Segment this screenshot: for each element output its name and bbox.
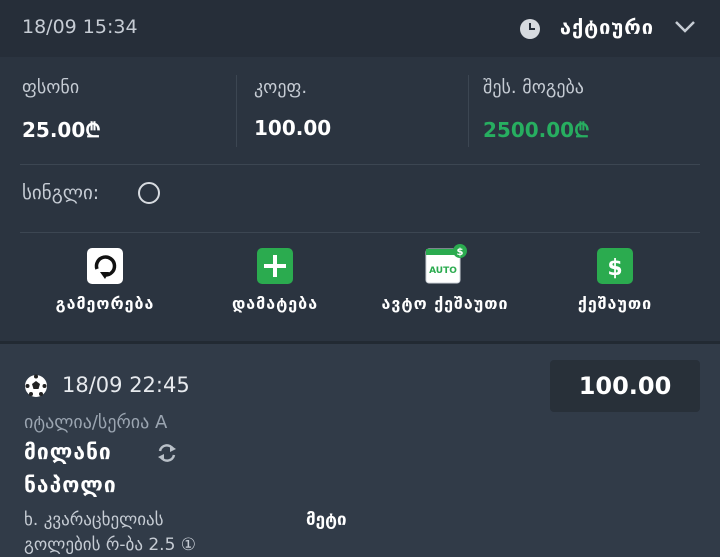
swap-icon[interactable] [156,442,178,464]
single-label: სინგლი: [22,182,100,204]
cashout-icon: $ [597,248,633,284]
stat-divider [236,75,237,147]
auto-badge-text: AUTO [429,266,457,276]
event-odds: 100.00 [550,360,700,412]
add-icon [257,248,293,284]
bet-placed-datetime: 18/09 15:34 [22,16,138,38]
repeat-label: გამეორება [55,294,155,313]
section-divider [20,164,700,165]
repeat-icon [87,248,123,284]
svg-text:$: $ [607,256,622,281]
add-label: დამატება [231,294,319,313]
clock-icon [520,19,540,39]
home-team: მილანი [24,440,112,464]
payout-label: შეს. მოგება [483,77,584,98]
submarket-name: გოლების რ-ბა 2.5 ① [24,535,197,555]
odds-block: კოეფ. 100.00 [254,77,331,140]
cashout-button[interactable]: $ ქეშაუთი [530,248,700,313]
stake-block: ფსონი 25.00₾ [22,77,101,143]
repeat-button[interactable]: გამეორება [20,248,190,313]
add-button[interactable]: დამატება [190,248,360,313]
bet-status[interactable]: აქტიური [560,15,654,39]
auto-cashout-button[interactable]: AUTO $ ავტო ქეშაუთი [360,244,530,313]
chevron-down-icon[interactable] [672,16,698,36]
single-radio[interactable] [138,182,160,204]
svg-text:$: $ [457,247,464,258]
stat-divider [468,75,469,147]
away-team: ნაპოლი [24,473,117,497]
stake-label: ფსონი [22,77,80,98]
market-selection: მეტი [306,510,347,530]
event-datetime: 18/09 22:45 [62,373,190,397]
auto-cashout-icon: AUTO $ [425,244,467,284]
market-name: ხ. კვარაცხელიას [24,510,164,530]
soccer-ball-icon [25,374,47,397]
league-name: იტალია/სერია A [24,412,168,433]
bet-header: 18/09 15:34 აქტიური [0,0,720,57]
stake-value: 25.00₾ [22,118,101,142]
auto-cashout-label: ავტო ქეშაუთი [381,294,509,313]
payout-value: 2500.00₾ [483,118,590,142]
cashout-label: ქეშაუთი [577,294,653,313]
payout-block: შეს. მოგება 2500.00₾ [483,77,590,143]
odds-label: კოეფ. [254,77,308,98]
section-divider [20,232,700,233]
bet-summary: ფსონი 25.00₾ კოეფ. 100.00 შეს. მოგება 25… [0,57,720,167]
odds-value: 100.00 [254,116,332,140]
